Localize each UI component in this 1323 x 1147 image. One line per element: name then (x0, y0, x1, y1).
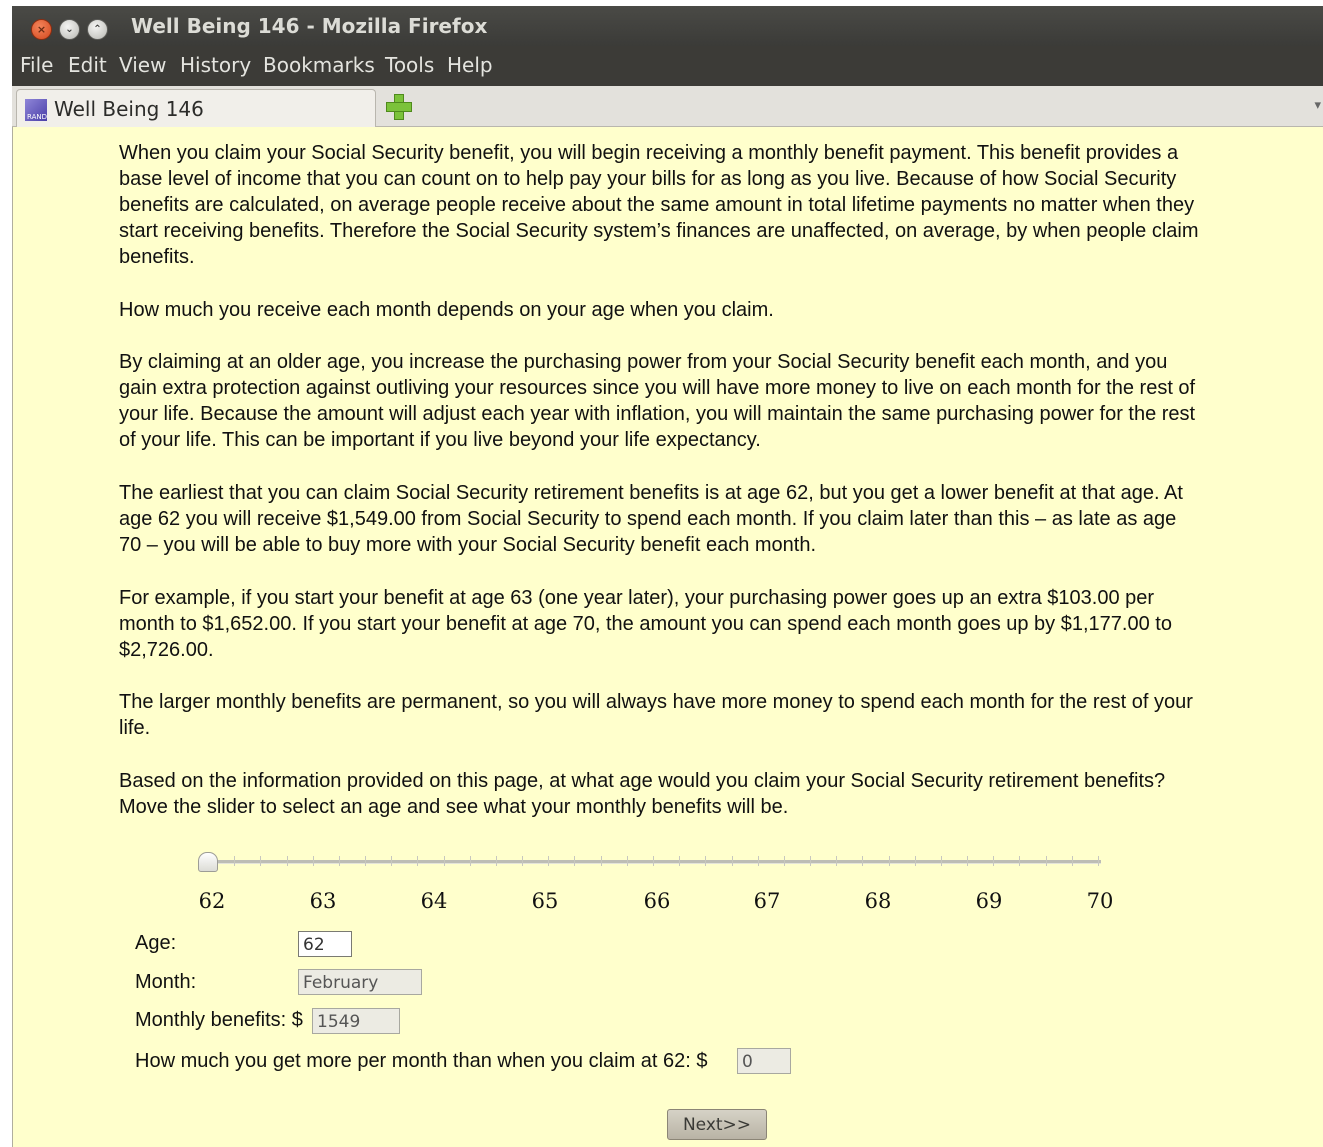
slider-tick (286, 856, 288, 866)
minimize-icon: ⌄ (65, 24, 74, 35)
age-dependency-paragraph: How much you receive each month depends … (119, 299, 774, 321)
slider-tick (1045, 856, 1047, 866)
slider-tick (1071, 856, 1073, 866)
extra-per-month-field[interactable]: 0 (737, 1048, 791, 1074)
example-paragraph: For example, if you start your benefit a… (119, 587, 1172, 661)
slider-tick (522, 856, 524, 866)
slider-tick (967, 856, 969, 866)
maximize-window-button[interactable]: ⌃ (87, 19, 108, 40)
slider-label-64: 64 (420, 889, 448, 913)
slider-tick (914, 856, 916, 866)
slider-label-66: 66 (643, 889, 671, 913)
slider-tick (940, 856, 942, 866)
slider-tick (626, 856, 628, 866)
slider-label-67: 67 (753, 889, 781, 913)
slider-tick (993, 856, 995, 866)
earliest-claim-paragraph: The earliest that you can claim Social S… (119, 482, 1183, 556)
menu-file[interactable]: File (20, 53, 53, 77)
slider-label-69: 69 (975, 889, 1003, 913)
extra-per-month-label: How much you get more per month than whe… (135, 1050, 708, 1072)
slider-tick (888, 856, 890, 866)
slider-tick (1098, 856, 1099, 866)
slider-tick (443, 856, 445, 866)
age-slider-thumb[interactable] (198, 852, 218, 872)
rand-favicon-icon: RAND (25, 99, 47, 121)
slider-tick (312, 856, 314, 866)
slider-tick (810, 856, 812, 866)
month-label: Month: (135, 971, 197, 993)
age-label: Age: (135, 932, 177, 954)
tab-title: Well Being 146 (54, 97, 204, 121)
slider-tick (391, 856, 393, 866)
menu-edit[interactable]: Edit (68, 53, 107, 77)
slider-tick (417, 856, 419, 866)
age-slider-track[interactable] (199, 860, 1101, 864)
tab-bar: RAND Well Being 146 ▾ (12, 86, 1323, 127)
slider-tick (600, 856, 602, 866)
slider-tick (731, 856, 733, 866)
menu-view[interactable]: View (119, 53, 166, 77)
window-title: Well Being 146 - Mozilla Firefox (131, 14, 488, 38)
close-icon: × (36, 23, 47, 36)
slider-tick (234, 856, 236, 866)
slider-tick (1019, 856, 1021, 866)
slider-label-63: 63 (309, 889, 337, 913)
tab-well-being[interactable]: RAND Well Being 146 (16, 89, 376, 127)
slider-tick (365, 856, 367, 866)
slider-tick (469, 856, 471, 866)
slider-tick (705, 856, 707, 866)
monthly-benefits-field[interactable]: 1549 (312, 1008, 400, 1034)
tab-list-arrow-icon[interactable]: ▾ (1314, 98, 1321, 113)
menu-tools[interactable]: Tools (385, 53, 434, 77)
slider-tick (679, 856, 681, 866)
slider-tick (495, 856, 497, 866)
new-tab-button[interactable] (385, 93, 412, 120)
maximize-icon: ⌃ (93, 24, 102, 35)
slider-tick (260, 856, 262, 866)
older-age-paragraph: By claiming at an older age, you increas… (119, 351, 1196, 451)
slider-label-68: 68 (864, 889, 892, 913)
slider-label-70: 70 (1086, 889, 1114, 913)
slider-tick (548, 856, 550, 866)
slider-label-62: 62 (198, 889, 226, 913)
age-field[interactable]: 62 (298, 931, 352, 957)
menu-history[interactable]: History (180, 53, 251, 77)
slider-tick (338, 856, 340, 866)
slider-tick (783, 856, 785, 866)
close-window-button[interactable]: × (31, 19, 52, 40)
question-paragraph: Based on the information provided on thi… (119, 770, 1166, 818)
next-button[interactable]: Next>> (667, 1109, 767, 1140)
slider-tick (836, 856, 838, 866)
slider-tick (574, 856, 576, 866)
window-title-bar: × ⌄ ⌃ Well Being 146 - Mozilla Firefox (12, 6, 1323, 46)
minimize-window-button[interactable]: ⌄ (59, 19, 80, 40)
slider-tick (862, 856, 864, 866)
menu-bar: File Edit View History Bookmarks Tools H… (12, 46, 1323, 86)
intro-paragraph: When you claim your Social Security bene… (119, 142, 1199, 268)
menu-bookmarks[interactable]: Bookmarks (263, 53, 375, 77)
menu-help[interactable]: Help (447, 53, 493, 77)
slider-tick (757, 856, 759, 866)
permanent-benefits-paragraph: The larger monthly benefits are permanen… (119, 691, 1193, 739)
slider-tick (653, 856, 654, 866)
slider-label-65: 65 (531, 889, 559, 913)
month-field[interactable]: February (298, 969, 422, 995)
monthly-benefits-label: Monthly benefits: $ (135, 1009, 303, 1031)
